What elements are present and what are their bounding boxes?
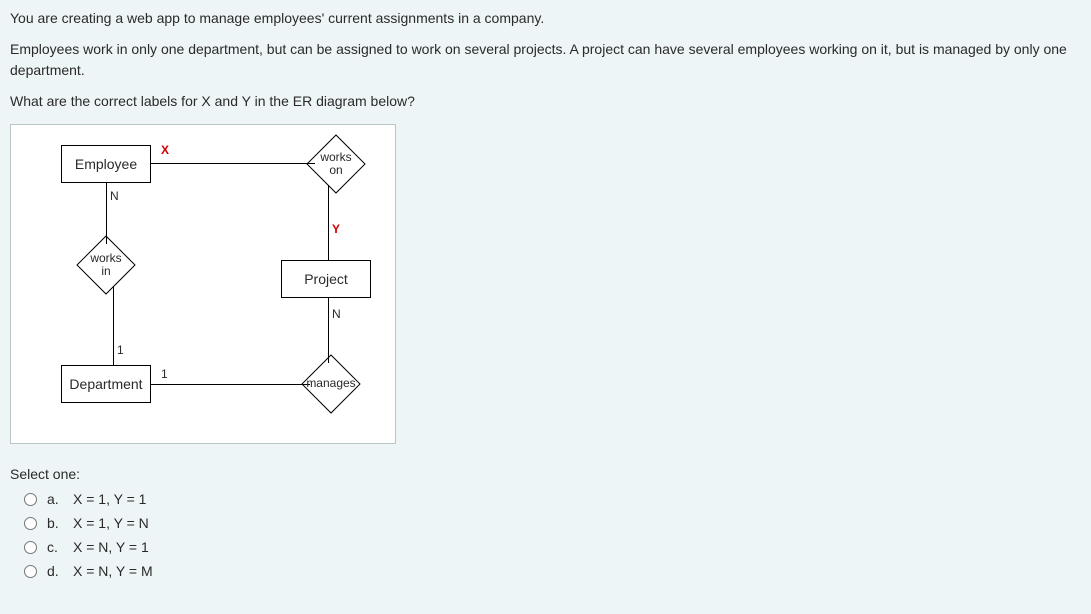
answer-option-c[interactable]: c. X = N, Y = 1 xyxy=(24,537,1081,558)
answer-option-d[interactable]: d. X = N, Y = M xyxy=(24,561,1081,582)
relationship-works-in-label: works in xyxy=(90,252,121,278)
entity-project: Project xyxy=(281,260,371,298)
answers-list: a. X = 1, Y = 1 b. X = 1, Y = N c. X = N… xyxy=(10,489,1081,582)
question-text: You are creating a web app to manage emp… xyxy=(10,8,1081,112)
answer-option-a[interactable]: a. X = 1, Y = 1 xyxy=(24,489,1081,510)
radio-option-b[interactable] xyxy=(24,517,37,530)
answers-header: Select one: xyxy=(10,464,1081,485)
relationship-works-in: works in xyxy=(76,235,136,295)
option-text: X = N, Y = M xyxy=(73,561,153,582)
cardinality-1b: 1 xyxy=(161,365,168,383)
relationship-manages-label: manages xyxy=(306,377,355,390)
option-text: X = 1, Y = N xyxy=(73,513,149,534)
cardinality-x: X xyxy=(161,141,169,159)
option-text: X = 1, Y = 1 xyxy=(73,489,146,510)
relationship-manages: manages xyxy=(301,354,361,414)
cardinality-1a: 1 xyxy=(117,341,124,359)
connector xyxy=(106,183,107,244)
connector xyxy=(113,286,114,365)
entity-project-label: Project xyxy=(304,269,348,290)
cardinality-y: Y xyxy=(332,220,340,238)
question-para-3: What are the correct labels for X and Y … xyxy=(10,91,1081,112)
answer-option-b[interactable]: b. X = 1, Y = N xyxy=(24,513,1081,534)
entity-department-label: Department xyxy=(69,374,142,395)
option-letter: a. xyxy=(47,489,63,510)
connector xyxy=(328,298,329,363)
relationship-works-on: works on xyxy=(306,134,366,194)
connector xyxy=(328,185,329,260)
option-letter: b. xyxy=(47,513,63,534)
radio-option-d[interactable] xyxy=(24,565,37,578)
radio-option-a[interactable] xyxy=(24,493,37,506)
entity-department: Department xyxy=(61,365,151,403)
option-letter: c. xyxy=(47,537,63,558)
question-para-2: Employees work in only one department, b… xyxy=(10,39,1081,81)
question-para-1: You are creating a web app to manage emp… xyxy=(10,8,1081,29)
entity-employee-label: Employee xyxy=(75,154,137,175)
connector xyxy=(151,163,315,164)
er-diagram: Employee works on Project works in Depar… xyxy=(10,124,396,444)
option-letter: d. xyxy=(47,561,63,582)
entity-employee: Employee xyxy=(61,145,151,183)
relationship-works-on-label: works on xyxy=(320,151,351,177)
connector xyxy=(151,384,310,385)
cardinality-n2: N xyxy=(332,305,341,323)
option-text: X = N, Y = 1 xyxy=(73,537,149,558)
radio-option-c[interactable] xyxy=(24,541,37,554)
cardinality-n1: N xyxy=(110,187,119,205)
